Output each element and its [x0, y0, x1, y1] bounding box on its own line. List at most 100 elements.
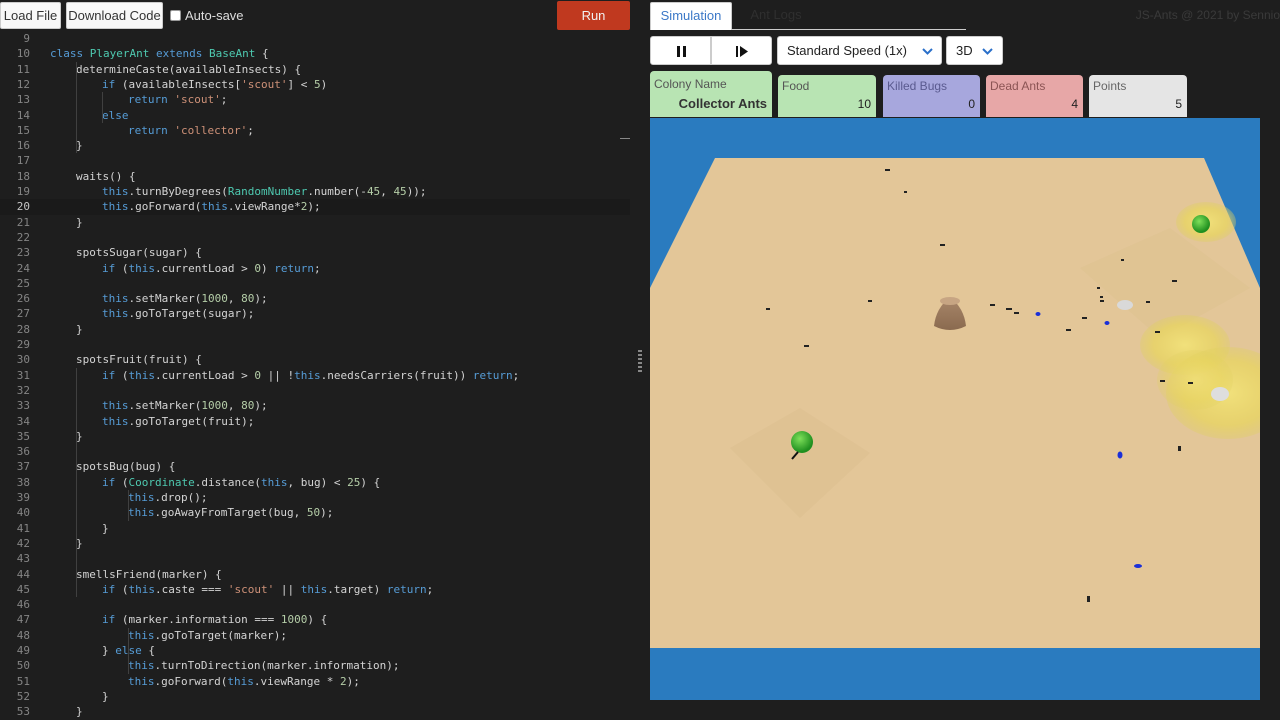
code-line[interactable]: 30 spotsFruit(fruit) {	[0, 352, 630, 367]
code-line[interactable]: 52}	[0, 689, 630, 704]
line-number: 32	[16, 383, 30, 397]
step-forward-button[interactable]	[711, 36, 772, 65]
code-line[interactable]: 15 return 'collector';	[0, 123, 630, 138]
sugar-crumb	[1117, 300, 1133, 310]
editor-toolbar: Load File Download Code Auto-save Run	[0, 0, 630, 30]
code-text: this.goToTarget(sugar);	[102, 307, 255, 321]
code-text: if (this.caste === 'scout' || this.targe…	[102, 582, 434, 596]
ant	[940, 244, 945, 246]
code-text: if (marker.information === 1000) {	[102, 613, 328, 627]
code-text: this.setMarker(1000, 80);	[102, 292, 268, 306]
line-number: 39	[16, 491, 30, 504]
code-line[interactable]: 45 if (this.caste === 'scout' || this.tar…	[0, 582, 630, 597]
run-button[interactable]: Run	[557, 1, 630, 30]
code-text: spotsSugar(sugar) {	[76, 246, 202, 260]
code-line[interactable]: 51 this.goForward(this.viewRange * 2);	[0, 674, 630, 689]
tab-ant-logs[interactable]: Ant Logs	[746, 2, 806, 30]
speed-select[interactable]: Standard Speed (1x)	[777, 36, 942, 65]
code-editor[interactable]: 9 10 class PlayerAnt extends BaseAnt {11 de…	[0, 30, 630, 720]
food-card: Food 10	[778, 75, 876, 117]
dead-ants-value: 4	[1071, 97, 1078, 111]
line-number: 9	[23, 32, 30, 45]
simulation-viewport[interactable]	[650, 118, 1260, 700]
code-line[interactable]: 14 else	[0, 108, 630, 123]
line-number: 15	[16, 123, 30, 137]
code-line[interactable]: 41}	[0, 521, 630, 536]
line-number: 26	[16, 292, 30, 306]
speed-select-value: Standard Speed (1x)	[787, 43, 907, 58]
code-line[interactable]: 34 this.goToTarget(fruit);	[0, 414, 630, 429]
code-text: if (Coordinate.distance(this, bug) < 25)…	[102, 475, 381, 489]
download-code-button[interactable]: Download Code	[66, 2, 163, 29]
line-number: 19	[16, 185, 30, 198]
indent-guide	[102, 92, 103, 123]
killed-bugs-value: 0	[968, 97, 975, 111]
code-line[interactable]: 18 waits() {	[0, 169, 630, 184]
view-mode-select[interactable]: 3D	[946, 36, 1003, 65]
code-line[interactable]: 32	[0, 383, 630, 398]
code-line[interactable]: 29	[0, 337, 630, 352]
line-number: 25	[16, 276, 30, 290]
tab-simulation[interactable]: Simulation	[650, 2, 732, 30]
code-line[interactable]: 22	[0, 230, 630, 245]
code-text: class PlayerAnt extends BaseAnt {	[50, 47, 269, 61]
code-text: determineCaste(availableInsects) {	[76, 62, 302, 76]
code-line[interactable]: 40 this.goAwayFromTarget(bug, 50);	[0, 505, 630, 520]
indent-guide	[76, 367, 77, 598]
line-number: 40	[16, 506, 30, 520]
pause-button[interactable]	[650, 36, 711, 65]
code-line[interactable]: 9	[0, 31, 630, 46]
code-line[interactable]: 31 if (this.currentLoad > 0 || !this.need…	[0, 368, 630, 383]
splitter-grip-icon[interactable]	[638, 350, 642, 372]
code-text: this.turnToDirection(marker.information)…	[128, 659, 400, 673]
line-number: 37	[16, 460, 30, 474]
ant	[1155, 331, 1160, 333]
code-line[interactable]: 20 this.goForward(this.viewRange*2);	[0, 199, 630, 215]
line-number: 47	[16, 613, 30, 627]
code-line[interactable]: 10 class PlayerAnt extends BaseAnt {	[0, 46, 630, 61]
ant	[1172, 280, 1177, 282]
code-line[interactable]: 42}	[0, 536, 630, 551]
editor-scroll-marker	[620, 138, 630, 139]
code-line[interactable]: 16}	[0, 138, 630, 153]
ant	[904, 191, 907, 193]
line-number: 23	[16, 246, 30, 260]
code-line[interactable]: 49} else {	[0, 643, 630, 658]
code-line[interactable]: 38 if (Coordinate.distance(this, bug) < 2…	[0, 475, 630, 490]
code-line[interactable]: 47 if (marker.information === 1000) {	[0, 612, 630, 627]
code-line[interactable]: 11 determineCaste(availableInsects) {	[0, 62, 630, 77]
load-file-button[interactable]: Load File	[0, 2, 61, 29]
code-line[interactable]: 33 this.setMarker(1000, 80);	[0, 398, 630, 413]
code-line[interactable]: 46	[0, 597, 630, 612]
line-number: 49	[16, 644, 30, 657]
ant	[1188, 382, 1193, 384]
code-line[interactable]: 12 if (availableInsects['scout'] < 5)	[0, 77, 630, 92]
code-line[interactable]: 35}	[0, 429, 630, 444]
code-line[interactable]: 37 spotsBug(bug) {	[0, 459, 630, 474]
code-text: }	[76, 215, 83, 229]
code-line[interactable]: 48 this.goToTarget(marker);	[0, 628, 630, 643]
code-line[interactable]: 36	[0, 444, 630, 459]
code-line[interactable]: 44 smellsFriend(marker) {	[0, 567, 630, 582]
autosave-toggle[interactable]: Auto-save	[170, 8, 244, 23]
code-text: this.turnByDegrees(RandomNumber.number(-…	[102, 185, 427, 198]
autosave-checkbox[interactable]	[170, 10, 181, 21]
code-line[interactable]: 21}	[0, 215, 630, 230]
code-line[interactable]: 19 this.turnByDegrees(RandomNumber.number…	[0, 184, 630, 199]
code-line[interactable]: 13 return 'scout';	[0, 92, 630, 107]
ant	[1100, 296, 1103, 298]
code-line[interactable]: 17	[0, 153, 630, 168]
points-card: Points 5	[1089, 75, 1187, 117]
code-line[interactable]: 25	[0, 276, 630, 291]
code-text: this.drop();	[128, 491, 208, 504]
code-line[interactable]: 26 this.setMarker(1000, 80);	[0, 291, 630, 306]
code-line[interactable]: 39 this.drop();	[0, 490, 630, 505]
code-line[interactable]: 28}	[0, 322, 630, 337]
code-line[interactable]: 53}	[0, 704, 630, 719]
code-line[interactable]: 24 if (this.currentLoad > 0) return;	[0, 261, 630, 276]
code-line[interactable]: 50 this.turnToDirection(marker.informatio…	[0, 658, 630, 673]
code-line[interactable]: 23 spotsSugar(sugar) {	[0, 245, 630, 260]
code-line[interactable]: 27 this.goToTarget(sugar);	[0, 306, 630, 321]
code-line[interactable]: 43	[0, 551, 630, 566]
pane-splitter[interactable]	[630, 0, 650, 720]
